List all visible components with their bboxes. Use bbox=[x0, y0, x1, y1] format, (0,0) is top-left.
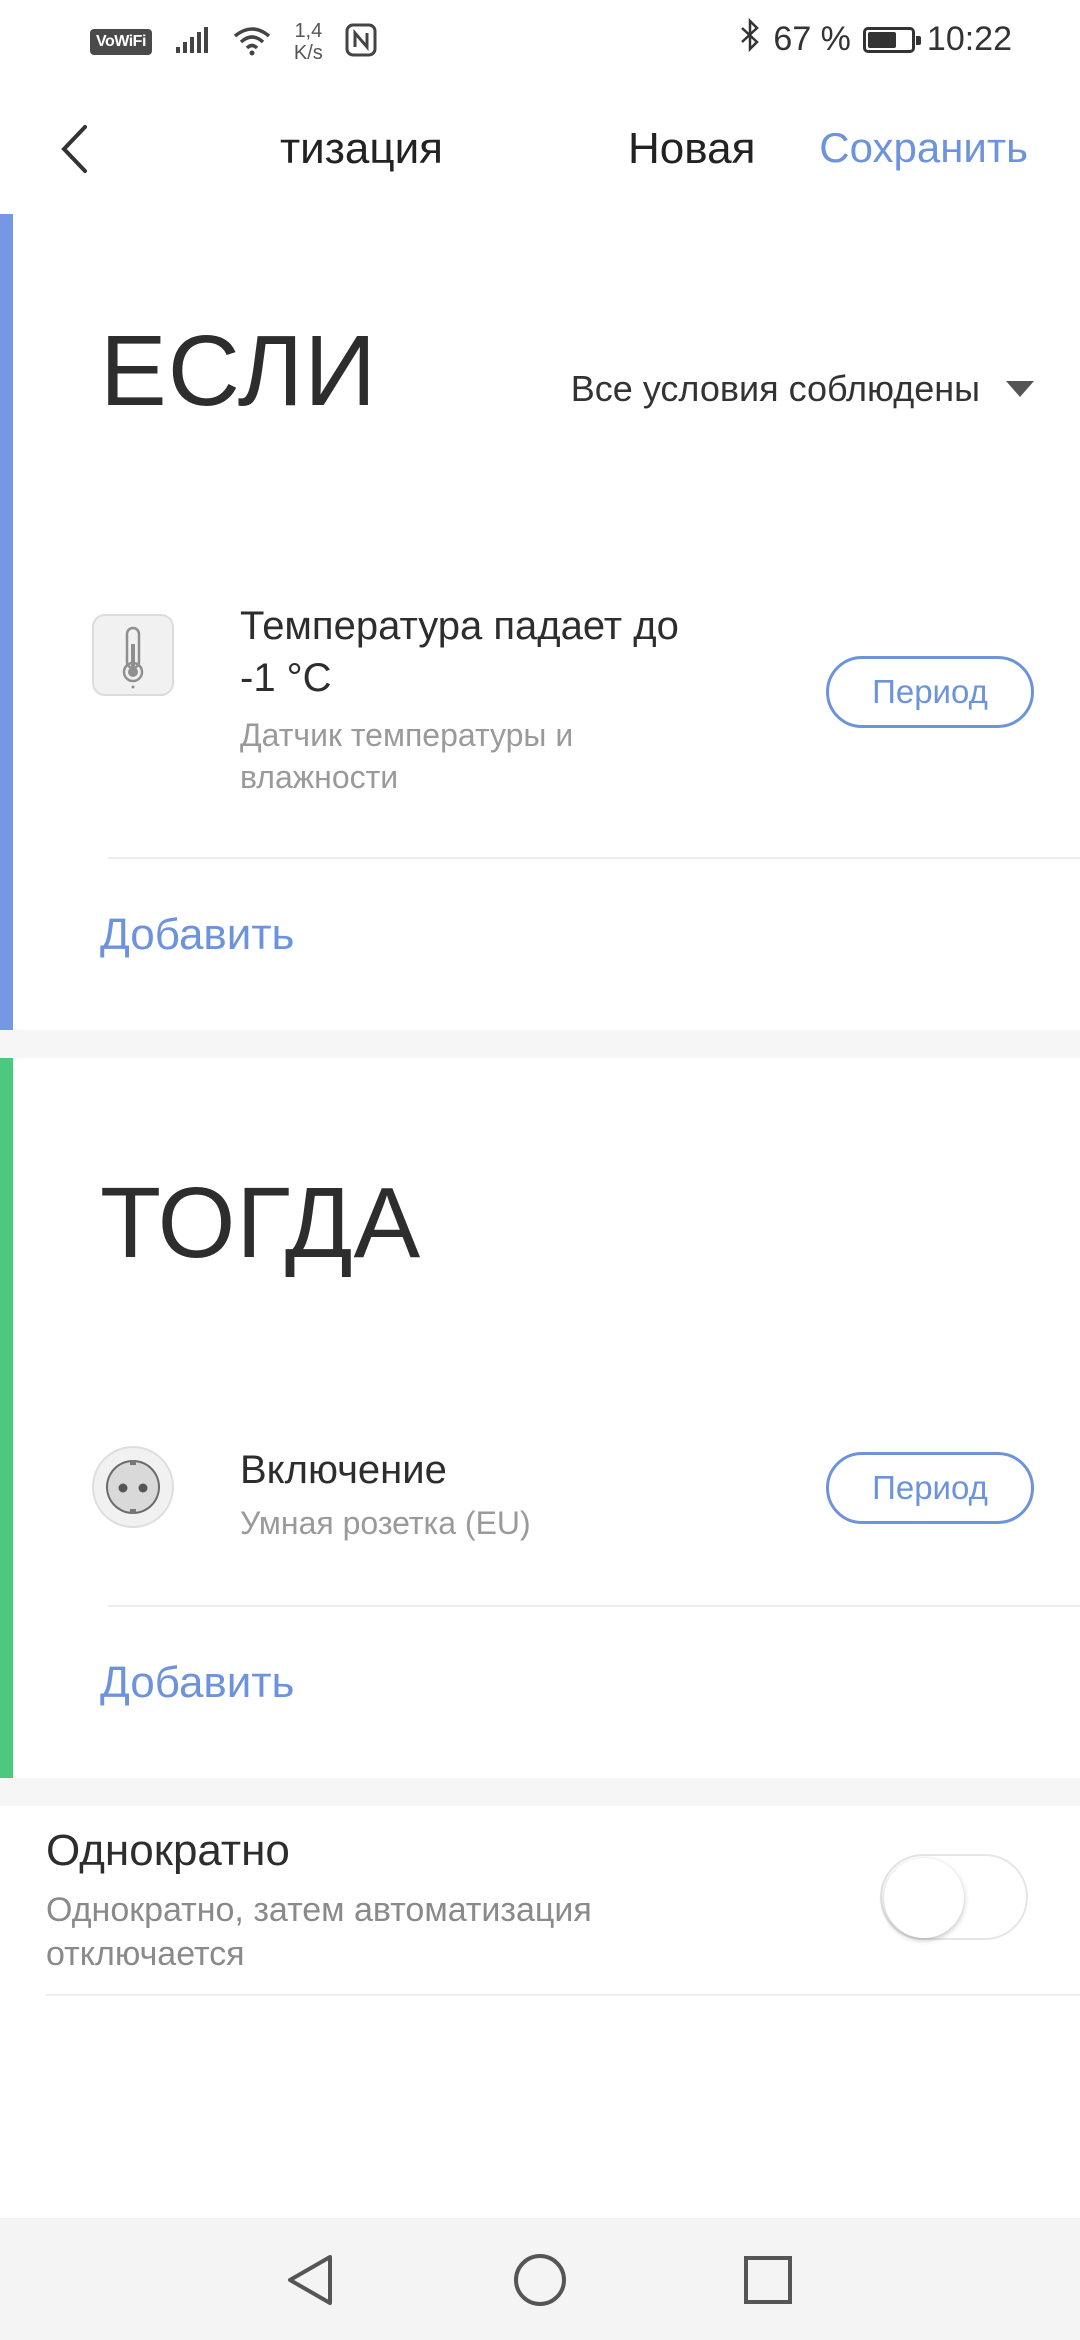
net-speed-value: 1,4 bbox=[294, 20, 323, 42]
then-section-title: ТОГДА bbox=[100, 1167, 422, 1279]
battery-level-fill bbox=[867, 31, 896, 48]
back-triangle-icon bbox=[288, 2255, 332, 2305]
clock: 10:22 bbox=[926, 20, 1012, 58]
divider bbox=[46, 1994, 1080, 1996]
status-left: VoWiFi 1,4 K/s bbox=[90, 20, 377, 64]
action-subtitle: Умная розетка (EU) bbox=[240, 1505, 531, 1541]
status-bar: VoWiFi 1,4 K/s 67 % 10:22 bbox=[0, 0, 1080, 84]
condition-mode-dropdown[interactable]: Все условия соблюдены bbox=[571, 368, 1034, 410]
then-section-accent-bar bbox=[0, 1058, 13, 1778]
nav-recents-button[interactable] bbox=[736, 2248, 800, 2312]
back-button[interactable] bbox=[44, 114, 104, 184]
battery-icon bbox=[862, 26, 921, 53]
section-gap bbox=[0, 1778, 1080, 1806]
recents-square-icon bbox=[744, 2256, 792, 2304]
nfc-icon bbox=[345, 23, 377, 62]
once-description: Однократно, затем автоматизация отключае… bbox=[46, 1891, 592, 1973]
section-gap bbox=[0, 1030, 1080, 1058]
save-button[interactable]: Сохранить bbox=[819, 124, 1028, 172]
socket-icon bbox=[92, 1446, 174, 1528]
toggle-knob bbox=[884, 1858, 964, 1938]
chevron-left-icon bbox=[61, 125, 87, 173]
home-circle-icon bbox=[514, 2254, 566, 2306]
add-action-button[interactable]: Добавить bbox=[100, 1658, 294, 1708]
once-toggle[interactable] bbox=[880, 1854, 1028, 1940]
if-section-title: ЕСЛИ bbox=[100, 315, 378, 427]
period-button[interactable]: Период bbox=[826, 1452, 1034, 1524]
battery-percent: 67 % bbox=[773, 20, 851, 58]
thermometer-icon bbox=[92, 614, 174, 696]
bluetooth-icon bbox=[739, 17, 761, 61]
condition-mode-label: Все условия соблюдены bbox=[570, 368, 980, 409]
add-condition-button[interactable]: Добавить bbox=[100, 910, 294, 960]
if-section: ЕСЛИ Все условия соблюдены Температура п… bbox=[0, 214, 1080, 1030]
signal-icon bbox=[174, 25, 210, 60]
system-navigation-bar bbox=[0, 2218, 1080, 2340]
nav-back-button[interactable] bbox=[278, 2248, 342, 2312]
top-app-bar: тизация Новая Сохранить bbox=[0, 84, 1080, 216]
if-section-accent-bar bbox=[0, 214, 13, 1030]
period-button[interactable]: Период bbox=[826, 656, 1034, 728]
page-title-scrolled: тизация bbox=[280, 124, 443, 173]
vowifi-icon: VoWiFi bbox=[90, 29, 152, 55]
action-title: Включение bbox=[240, 1448, 447, 1492]
title-fade-overlay bbox=[775, 124, 805, 180]
wifi-icon bbox=[232, 24, 272, 61]
divider bbox=[108, 857, 1080, 859]
condition-title: Температура падает до -1 °C bbox=[240, 604, 679, 700]
nav-home-button[interactable] bbox=[508, 2248, 572, 2312]
net-speed-unit: K/s bbox=[293, 42, 323, 64]
divider bbox=[108, 1605, 1080, 1607]
page-title-new: Новая bbox=[628, 124, 756, 173]
then-section: ТОГДА Включение Умная розетка (EU) Перио… bbox=[0, 1058, 1080, 1778]
status-right: 67 % 10:22 bbox=[739, 17, 1012, 61]
condition-subtitle: Датчик температуры и влажности bbox=[240, 717, 574, 795]
dropdown-triangle-icon bbox=[1006, 381, 1034, 397]
once-title: Однократно bbox=[46, 1826, 290, 1875]
network-speed: 1,4 K/s bbox=[294, 20, 323, 64]
